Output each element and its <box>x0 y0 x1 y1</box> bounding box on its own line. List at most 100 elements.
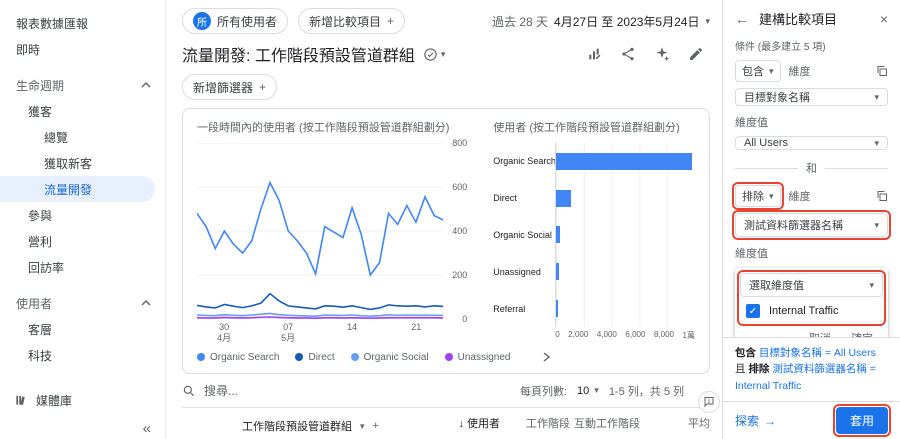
legend-item: Organic Search <box>197 352 279 363</box>
dimension-value-label: 維度值 <box>735 117 768 129</box>
include-operator-dropdown[interactable]: 包含 ▾ <box>735 60 781 82</box>
ok-button[interactable]: 確定 <box>851 330 873 337</box>
condition-2-row: 排除 ▾ 維度 <box>732 182 888 210</box>
chevron-up-icon <box>141 300 151 306</box>
sidebar-item-tech[interactable]: 科技 <box>0 342 165 368</box>
sidebar-item-reports-snapshot[interactable]: 報表數據匯報 <box>0 10 165 36</box>
sidebar-item-realtime[interactable]: 即時 <box>0 36 165 62</box>
bar[interactable] <box>556 189 571 207</box>
option-internal-traffic[interactable]: ✓ Internal Traffic <box>740 297 883 323</box>
column-header-engaged-sessions[interactable]: 互動工作階段 <box>570 418 640 432</box>
cancel-button[interactable]: 取消 <box>809 330 831 337</box>
sidebar-item-library[interactable]: 媒體庫 <box>0 387 165 413</box>
x-tick-label: 6,000 <box>625 330 646 339</box>
summary-clause-include[interactable]: 目標對象名稱 = All Users <box>759 347 876 359</box>
sidebar-item-traffic-acquisition[interactable]: 流量開發 <box>0 176 155 202</box>
sort-desc-icon: ↓ <box>458 418 464 430</box>
sidebar-item-demographics[interactable]: 客層 <box>0 316 165 342</box>
panel-header: ← 建構比較項目 × <box>723 0 900 34</box>
checkbox-checked-icon[interactable]: ✓ <box>746 304 760 318</box>
caret-down-icon: ▾ <box>869 279 874 290</box>
section-label: 生命週期 <box>16 78 65 93</box>
column-header-sessions[interactable]: 工作階段 <box>500 418 570 432</box>
explore-link[interactable]: 探索 → <box>735 412 776 429</box>
plus-icon: + <box>387 14 395 28</box>
bar[interactable] <box>556 152 693 170</box>
column-header-dimension[interactable]: 工作階段預設管道群組 ▾ + <box>182 418 430 434</box>
duplicate-condition-icon[interactable] <box>876 65 888 77</box>
bar-category-label: Unassigned <box>493 266 541 277</box>
collapse-sidebar-button[interactable]: « <box>143 420 151 437</box>
legend-item: Unassigned <box>444 352 510 363</box>
edit-icon[interactable] <box>688 46 704 62</box>
legend-dot-icon <box>197 353 205 361</box>
add-comparison-chip[interactable]: 新增比較項目 + <box>298 8 406 34</box>
legend-items: Organic Search Direct Organic Social Unassi… <box>197 352 510 363</box>
line-chart-svg <box>197 143 443 319</box>
sidebar-item-monetization[interactable]: 營利 <box>0 228 165 254</box>
dropdown-actions: 取消 確定 <box>740 323 883 337</box>
date-range-picker[interactable]: 過去 28 天 4月27日 至 2023年5月24日 ▾ <box>492 13 710 30</box>
dimension-select-1[interactable]: 目標對象名稱 ▾ <box>735 88 888 106</box>
app-window: 報表數據匯報 即時 生命週期 獲客 總覽 獲取新客 流量開發 參與 營利 回訪率… <box>0 0 900 439</box>
left-nav-sidebar: 報表數據匯報 即時 生命週期 獲客 總覽 獲取新客 流量開發 參與 營利 回訪率… <box>0 0 166 439</box>
bar[interactable] <box>556 226 560 244</box>
close-icon[interactable]: × <box>880 11 888 27</box>
y-tick-label: 0 <box>462 314 468 324</box>
all-users-chip[interactable]: 所 所有使用者 <box>182 8 289 34</box>
build-comparison-panel: ← 建構比較項目 × 條件 (最多建立 5 項) 包含 ▾ 維度 目標對象名稱 … <box>722 0 900 439</box>
insights-icon[interactable] <box>654 46 670 62</box>
bar-row: Direct <box>493 179 695 217</box>
bar[interactable] <box>556 300 558 318</box>
sidebar-section-user[interactable]: 使用者 <box>0 290 165 316</box>
section-label: 使用者 <box>16 296 53 311</box>
dimension-value-select-1[interactable]: All Users ▾ <box>735 136 888 150</box>
feedback-button[interactable] <box>698 391 720 413</box>
data-table-header: 工作階段預設管道群組 ▾ + ↓ 使用者 工作階段 互動工作階段 平均 <box>182 407 710 434</box>
condition-1-row: 包含 ▾ 維度 <box>735 60 888 82</box>
legend-dot-icon <box>444 353 453 361</box>
bar-chart: 使用者 (按工作階段預設管道群組劃分) Organic Search Direct… <box>493 119 695 341</box>
search-input[interactable]: 搜尋... <box>204 382 238 399</box>
back-icon[interactable]: ← <box>735 11 749 27</box>
legend-next-button[interactable] <box>536 347 556 367</box>
apply-button[interactable]: 套用 <box>835 407 888 434</box>
legend-dot-icon <box>350 353 359 361</box>
charts-card: 一段時間內的使用者 (按工作階段預設管道群組劃分) 0 200 400 600 800 … <box>182 108 710 374</box>
y-tick-label: 400 <box>452 226 468 236</box>
all-users-chip-label: 所有使用者 <box>217 14 278 29</box>
page-title: 流量開發: 工作階段預設管道群組 <box>182 48 415 65</box>
dimension-value-select-2[interactable]: 選取維度值 ▾ <box>740 273 883 297</box>
annotation-box-apply: 套用 <box>832 404 892 437</box>
share-icon[interactable] <box>620 46 636 62</box>
bar[interactable] <box>556 263 559 281</box>
bar-row: Organic Search <box>493 143 695 180</box>
legend-item: Organic Social <box>350 352 429 363</box>
bar-category-label: Organic Search <box>493 156 556 167</box>
bar-category-label: Referral <box>493 303 526 314</box>
panel-body: 條件 (最多建立 5 項) 包含 ▾ 維度 目標對象名稱 ▾ 維度值 All U… <box>723 34 900 338</box>
duplicate-condition-icon[interactable] <box>876 190 888 202</box>
add-filter-chip[interactable]: 新增篩選器 + <box>182 74 278 100</box>
line-chart-plot[interactable] <box>197 143 443 319</box>
panel-footer: 探索 → 套用 <box>723 401 900 439</box>
data-quality-badge[interactable]: ▾ <box>423 47 445 62</box>
add-dimension-button[interactable]: + <box>373 420 379 432</box>
sidebar-item-retention[interactable]: 回訪率 <box>0 254 165 280</box>
exclude-operator-dropdown[interactable]: 排除 ▾ <box>735 185 781 207</box>
sidebar-section-lifecycle[interactable]: 生命週期 <box>0 72 165 98</box>
sidebar-item-engagement[interactable]: 參與 <box>0 202 165 228</box>
column-header-avg[interactable]: 平均 <box>640 418 710 432</box>
line-chart-x-axis: 30 4月 07 5月 14 21 <box>197 319 443 343</box>
bar-chart-rows: Organic Search Direct Organic Social Unassi… <box>493 143 695 327</box>
customize-report-icon[interactable] <box>586 46 602 62</box>
bar-track <box>555 179 695 217</box>
legend-item: Direct <box>295 352 335 363</box>
column-header-users[interactable]: ↓ 使用者 <box>430 418 500 432</box>
sidebar-item-acquisition[interactable]: 獲客 <box>0 98 165 124</box>
sidebar-item-user-acquisition[interactable]: 獲取新客 <box>0 150 165 176</box>
y-tick-label: 800 <box>452 138 468 148</box>
dimension-select-2[interactable]: 測試資料篩選器名稱 ▾ <box>735 213 888 237</box>
sidebar-item-overview[interactable]: 總覽 <box>0 124 165 150</box>
rows-per-page-select[interactable]: 10 ▾ <box>577 385 599 397</box>
